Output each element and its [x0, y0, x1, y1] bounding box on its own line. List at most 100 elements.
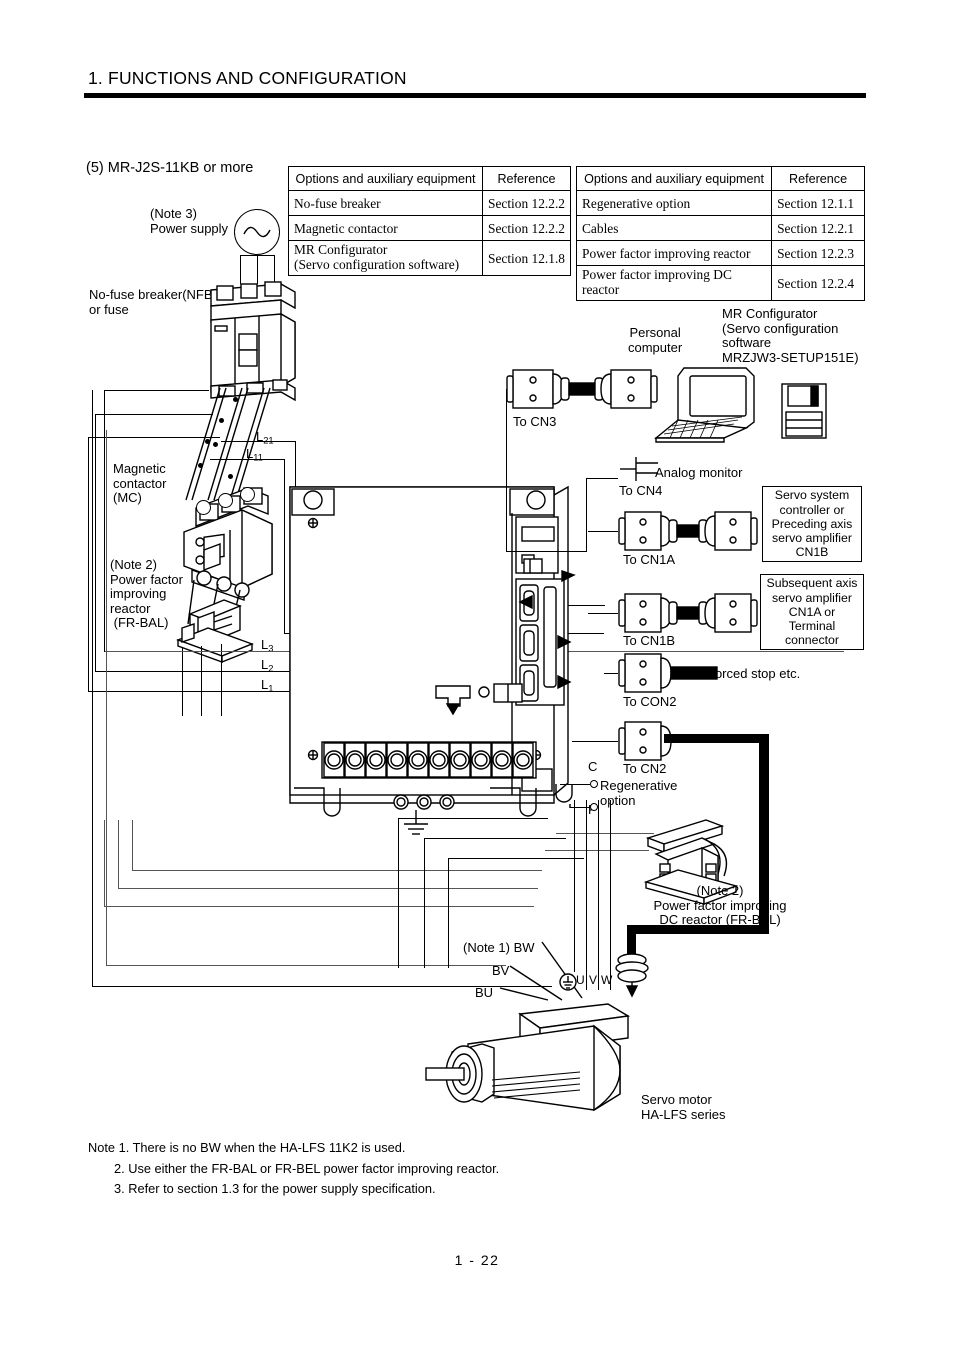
- notes-block: Note 1. There is no BW when the HA-LFS 1…: [88, 1138, 499, 1200]
- note-2: 2. Use either the FR-BAL or FR-BEL power…: [114, 1160, 500, 1176]
- motor-terminal-v-label: V: [589, 973, 598, 987]
- cell-option: Power factor improving reactor: [575, 240, 773, 266]
- bv-label: BV: [492, 963, 510, 978]
- ground-symbol-icon: [404, 810, 428, 835]
- to-cn1a-label: To CN1A: [623, 552, 676, 567]
- cell-reference: Section 12.2.3: [771, 240, 865, 266]
- motor-power-wire: [448, 858, 450, 968]
- dc-reactor-wire: [545, 850, 649, 852]
- reactor-output-wire: [221, 644, 223, 716]
- options-table-right: Options and auxiliary equipment Referenc…: [575, 166, 865, 301]
- feeder-wire: [95, 414, 97, 672]
- to-cn1b-label: To CN1B: [623, 633, 676, 648]
- motor-power-wire: [424, 838, 426, 968]
- floppy-disk-icon: [781, 383, 827, 439]
- cell-reference: Section 12.2.1: [771, 215, 865, 241]
- table-row: No-fuse breaker Section 12.2.2: [288, 190, 571, 216]
- l11-wire: [210, 459, 285, 461]
- motor-power-wire: [424, 838, 566, 840]
- regen-terminal-c-label: C: [588, 759, 598, 774]
- servo-motor-label: Servo motor HA-LFS series: [641, 1092, 726, 1122]
- cn1b-wire: [588, 613, 618, 615]
- l21-wire: [221, 441, 296, 443]
- cell-reference: Section 12.1.8: [482, 240, 571, 276]
- cell-option: No-fuse breaker: [288, 190, 483, 216]
- cell-option: Regenerative option: [575, 190, 773, 216]
- cn3-arrow: [561, 570, 576, 583]
- motor-power-wire: [398, 818, 548, 820]
- amplifier-connector-arrows: [518, 594, 572, 690]
- junction-dot: [213, 442, 218, 447]
- bundle-wire: [104, 906, 534, 908]
- terminal-label-l11: L11: [246, 446, 263, 463]
- mr-configurator-label: MR Configurator (Servo configuration sof…: [722, 306, 859, 365]
- column-header-options: Options and auxiliary equipment: [288, 166, 483, 191]
- bundle-wire-bv: [106, 965, 506, 967]
- bundle-wire-bv: [106, 430, 108, 965]
- cn3-cable-assembly: [506, 369, 658, 409]
- cn1b-cable-assembly: [618, 593, 758, 633]
- junction-dot: [219, 418, 224, 423]
- fr-bel-dc-reactor-icon: [643, 819, 739, 906]
- mc-terminal: [196, 500, 211, 515]
- table-row: Magnetic contactor Section 12.2.2: [288, 215, 571, 241]
- note-1: Note 1. There is no BW when the HA-LFS 1…: [88, 1140, 406, 1155]
- mc-terminal: [218, 493, 233, 508]
- nfb-label: No-fuse breaker(NFB) or fuse: [89, 287, 217, 317]
- motor-ground-icon: [559, 973, 577, 991]
- motor-wire-w: [610, 800, 612, 990]
- feeder-wire: [104, 390, 209, 392]
- motor-power-wire: [448, 858, 584, 860]
- cn1a-wire: [588, 531, 618, 533]
- feeder-wire: [88, 437, 90, 692]
- junction-dot: [205, 439, 210, 444]
- reactor-output-wire: [182, 648, 184, 716]
- table-row: Power factor improving reactor Section 1…: [575, 240, 865, 266]
- to-cn3-label: To CN3: [513, 414, 557, 429]
- regen-terminal-c: [590, 780, 598, 788]
- page-number: 1 - 22: [454, 1252, 500, 1268]
- cn3-wire: [506, 551, 586, 553]
- section-heading: (5) MR-J2S-11KB or more: [86, 160, 254, 176]
- cell-reference: Section 12.2.4: [771, 265, 865, 301]
- cell-reference: Section 12.1.1: [771, 190, 865, 216]
- con2-wire: [604, 673, 618, 675]
- cn3-wire: [506, 389, 508, 552]
- column-header-options: Options and auxiliary equipment: [575, 166, 773, 191]
- cell-option: Power factor improving DC reactor: [575, 265, 773, 301]
- supply-lead: [240, 255, 275, 257]
- laptop-icon: [654, 367, 755, 443]
- power-supply-label: (Note 3) Power supply: [150, 206, 229, 236]
- reactor-output-wire: [201, 646, 203, 716]
- sine-wave-icon: [243, 226, 271, 238]
- terminal-label-l2: L2: [261, 657, 274, 674]
- servo-motor-icon: [425, 1003, 631, 1112]
- bundle-wire: [132, 870, 542, 872]
- bundle-wire: [132, 820, 134, 870]
- terminal-label-l3: L3: [261, 637, 274, 654]
- column-header-reference: Reference: [771, 166, 865, 191]
- page-title: 1. FUNCTIONS AND CONFIGURATION: [88, 68, 407, 88]
- column-header-reference: Reference: [482, 166, 571, 191]
- junction-dot: [198, 463, 203, 468]
- encoder-cable-gland-icon: [615, 953, 649, 998]
- regenerative-option-label: Regenerative option: [600, 778, 678, 808]
- motor-wire-v: [598, 800, 600, 990]
- junction-dot: [233, 397, 238, 402]
- table-header-row: Options and auxiliary equipment Referenc…: [575, 166, 865, 191]
- cell-option: Cables: [575, 215, 773, 241]
- cell-reference: Section 12.2.2: [482, 215, 571, 241]
- table-row: Regenerative option Section 12.1.1: [575, 190, 865, 216]
- cn4-wire: [586, 478, 618, 480]
- motor-power-wire: [398, 818, 400, 968]
- cn1a-cable-assembly: [618, 511, 758, 551]
- forced-stop-label: Forced stop etc.: [707, 666, 801, 681]
- motor-wire-g: [574, 800, 576, 972]
- to-con2-label: To CON2: [623, 694, 677, 709]
- magnetic-contactor-label: Magnetic contactor (MC): [113, 461, 167, 506]
- option-block-frame: [760, 734, 769, 934]
- bundle-wire-bu: [92, 390, 94, 986]
- to-cn4-label: To CN4: [619, 483, 663, 498]
- bundle-wire: [118, 888, 538, 890]
- amplifier-lower-ports: [435, 683, 523, 716]
